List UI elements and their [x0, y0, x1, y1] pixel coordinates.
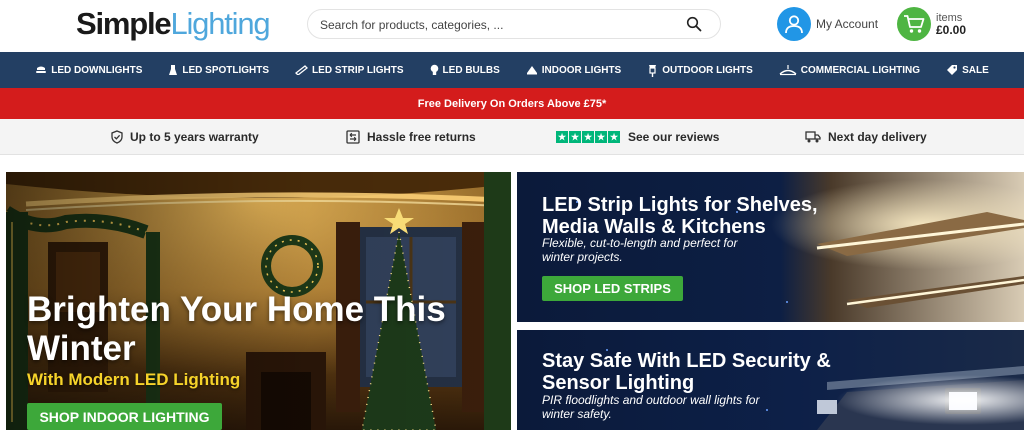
shield-check-icon	[111, 130, 123, 144]
hero-banner-winter[interactable]: Brighten Your Home This Winter With Mode…	[6, 172, 511, 430]
nav-item-sale[interactable]: SALE	[946, 64, 989, 76]
nav-item-label: LED BULBS	[442, 64, 500, 76]
usp-reviews[interactable]: ★ ★ ★ ★ ★ See our reviews	[556, 119, 719, 155]
star-icon: ★	[608, 131, 620, 143]
nav-item-led-strip-lights[interactable]: LED STRIP LIGHTS	[295, 65, 404, 76]
usp-delivery: Next day delivery	[805, 119, 927, 155]
nav-item-label: SALE	[962, 64, 989, 76]
usp-warranty: Up to 5 years warranty	[111, 119, 259, 155]
logo-text-simple: Simple	[76, 6, 172, 41]
nav-item-commercial-lighting[interactable]: COMMERCIAL LIGHTING	[779, 64, 921, 76]
my-account-link[interactable]: My Account	[777, 7, 878, 41]
downlight-icon	[36, 66, 47, 73]
delivery-truck-icon	[805, 131, 821, 143]
trustpilot-stars-icon: ★ ★ ★ ★ ★	[556, 131, 621, 143]
nav-item-label: INDOOR LIGHTS	[541, 64, 622, 76]
nav-item-outdoor-lights[interactable]: OUTDOOR LIGHTS	[647, 64, 753, 77]
hero-title: Brighten Your Home This Winter	[27, 290, 446, 368]
cart-summary: items £0.00	[936, 12, 966, 36]
site-logo[interactable]: SimpleLighting	[76, 6, 271, 42]
search-input[interactable]	[320, 16, 670, 34]
cart-total: £0.00	[936, 23, 967, 37]
security-banner-title: Stay Safe With LED Security & Sensor Lig…	[542, 350, 831, 394]
banner-security-lighting[interactable]: Stay Safe With LED Security & Sensor Lig…	[517, 330, 1024, 430]
shop-led-strips-button[interactable]: SHOP LED STRIPS	[542, 276, 683, 301]
nav-item-label: LED DOWNLIGHTS	[51, 64, 143, 76]
search-icon[interactable]	[686, 16, 702, 32]
nav-item-label: LED STRIP LIGHTS	[312, 64, 404, 76]
strip-banner-subtitle: Flexible, cut-to-length and perfect for …	[542, 236, 738, 264]
spotlight-icon	[169, 64, 178, 75]
cart-button[interactable]: items £0.00	[897, 7, 966, 41]
nav-item-label: OUTDOOR LIGHTS	[662, 64, 753, 76]
hero-subtitle: With Modern LED Lighting	[27, 370, 241, 389]
usp-warranty-text: Up to 5 years warranty	[130, 130, 259, 144]
star-icon: ★	[556, 131, 568, 143]
site-header: SimpleLighting My Account items £0.0	[0, 0, 1024, 52]
account-label: My Account	[816, 17, 879, 31]
outdoor-light-icon	[649, 64, 657, 77]
indoor-light-icon	[526, 66, 537, 75]
nav-item-label: LED SPOTLIGHTS	[182, 64, 270, 76]
account-avatar	[777, 7, 811, 41]
user-icon	[785, 15, 803, 34]
nav-item-led-downlights[interactable]: LED DOWNLIGHTS	[35, 65, 142, 76]
cart-icon	[904, 15, 925, 33]
nav-item-led-spotlights[interactable]: LED SPOTLIGHTS	[168, 64, 270, 76]
nav-item-label: COMMERCIAL LIGHTING	[800, 64, 921, 76]
free-delivery-text: Free Delivery On Orders Above £75*	[417, 97, 607, 110]
search-bar	[307, 9, 721, 39]
usp-bar: Up to 5 years warranty Hassle free retur…	[0, 119, 1024, 155]
usp-reviews-text: See our reviews	[628, 130, 720, 144]
star-icon: ★	[569, 131, 581, 143]
bulb-icon	[430, 64, 438, 75]
cart-circle	[897, 7, 931, 41]
usp-delivery-text: Next day delivery	[828, 130, 927, 144]
usp-returns: Hassle free returns	[346, 119, 476, 155]
commercial-light-icon	[779, 64, 797, 75]
security-banner-subtitle: PIR floodlights and outdoor wall lights …	[542, 393, 760, 421]
banner-led-strips[interactable]: LED Strip Lights for Shelves, Media Wall…	[517, 172, 1024, 322]
usp-returns-text: Hassle free returns	[367, 130, 476, 144]
returns-icon	[346, 130, 360, 144]
star-icon: ★	[582, 131, 594, 143]
strip-light-icon	[295, 65, 309, 75]
strip-banner-title: LED Strip Lights for Shelves, Media Wall…	[542, 194, 818, 238]
sale-tag-icon	[947, 65, 958, 75]
main-nav: LED DOWNLIGHTS LED SPOTLIGHTS LED STRIP …	[0, 52, 1024, 88]
nav-item-indoor-lights[interactable]: INDOOR LIGHTS	[526, 65, 621, 76]
nav-item-led-bulbs[interactable]: LED BULBS	[430, 64, 500, 76]
logo-text-lighting: Lighting	[170, 6, 270, 41]
free-delivery-banner[interactable]: Free Delivery On Orders Above £75*	[0, 88, 1024, 119]
shop-indoor-lighting-button[interactable]: SHOP INDOOR LIGHTING	[27, 403, 222, 430]
star-icon: ★	[595, 131, 607, 143]
